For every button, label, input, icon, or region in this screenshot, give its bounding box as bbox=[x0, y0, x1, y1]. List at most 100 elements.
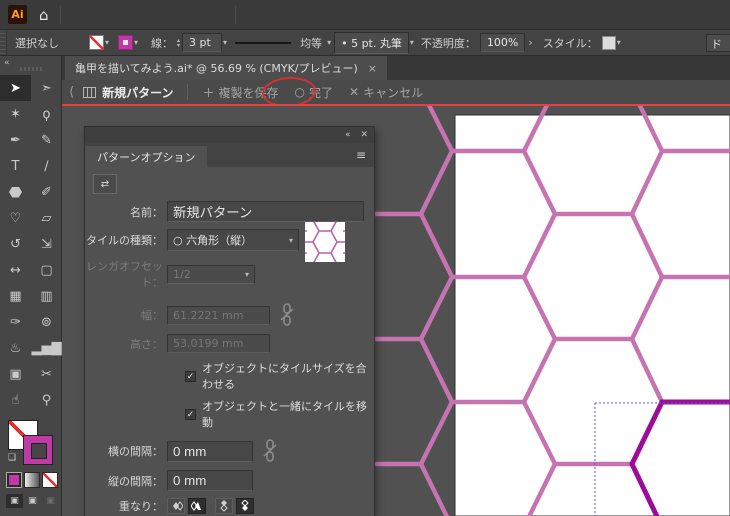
pen-tool[interactable]: ✒ bbox=[0, 127, 31, 153]
scale-tool[interactable]: ⇲ bbox=[31, 231, 62, 257]
overlap-bottom-front-button[interactable] bbox=[236, 498, 254, 514]
home-icon[interactable]: ⌂ bbox=[39, 6, 49, 24]
pattern-name: 新規パターン bbox=[102, 84, 173, 101]
checkbox[interactable]: ✓ bbox=[185, 371, 196, 382]
color-button[interactable] bbox=[6, 472, 22, 488]
hand-tool[interactable]: ☝ bbox=[0, 387, 31, 413]
toolbar-grip[interactable] bbox=[20, 67, 42, 71]
fill-stroke-indicator: ❏ bbox=[8, 420, 54, 466]
blend-tool[interactable]: ⊚ bbox=[31, 309, 62, 335]
cancel-label: キャンセル bbox=[363, 84, 423, 101]
unlink-spacing-icon[interactable] bbox=[263, 439, 277, 463]
tile-type-select[interactable]: ○ 六角形（縦） ▾ bbox=[167, 229, 299, 251]
stroke-weight-label: 線： bbox=[151, 35, 173, 51]
drawing-mode-buttons: ▣ ▣ ▣ bbox=[6, 494, 59, 508]
zoom-tool[interactable]: ⚲ bbox=[31, 387, 62, 413]
chevron-down-icon[interactable]: ▾ bbox=[223, 38, 227, 47]
chevron-down-icon[interactable]: ▾ bbox=[410, 38, 414, 47]
chevron-down-icon[interactable]: ▾ bbox=[105, 38, 109, 47]
draw-normal-button[interactable]: ▣ bbox=[6, 494, 23, 508]
chevron-down-icon[interactable]: ▾ bbox=[134, 38, 138, 47]
fill-none-swatch[interactable] bbox=[89, 35, 104, 50]
move-tile-checkbox-row[interactable]: ✓ オブジェクトと一緒にタイルを移動 bbox=[185, 398, 374, 430]
v-spacing-input[interactable] bbox=[167, 470, 253, 491]
document-tab[interactable]: 亀甲を描いてみよう.ai* @ 56.69 % (CMYK/プレビュー) × bbox=[65, 56, 387, 80]
overlap-top-front-button[interactable] bbox=[215, 498, 233, 514]
document-setup-button[interactable]: ド bbox=[706, 34, 730, 52]
exit-pattern-mode-icon[interactable]: ⟨ bbox=[69, 85, 74, 100]
panel-menu-icon[interactable]: ≡ bbox=[356, 148, 366, 162]
x-icon: ✕ bbox=[349, 85, 359, 99]
v-spacing-row: 縦の間隔： bbox=[85, 470, 374, 491]
lasso-tool[interactable]: ϙ bbox=[31, 101, 62, 127]
chevron-down-icon[interactable]: ▾ bbox=[617, 38, 621, 47]
rotate-tool[interactable]: ↺ bbox=[0, 231, 31, 257]
paintbrush-tool[interactable]: ✐ bbox=[31, 179, 62, 205]
eyedropper-tool[interactable]: ✑ bbox=[0, 309, 31, 335]
fill-color-control[interactable]: ▾ bbox=[89, 35, 112, 50]
panel-grip[interactable] bbox=[0, 30, 7, 55]
tool-icon: ϙ bbox=[43, 107, 51, 122]
illustrator-window: Ai ⌂ 選択なし ▾ ▾ 線： ▴▾ 3 pt ▾ 均等 ▾ • 5 pt. … bbox=[0, 0, 730, 516]
collapse-panel-icon[interactable]: « bbox=[345, 130, 351, 140]
slice-tool[interactable]: ✂ bbox=[31, 361, 62, 387]
default-fill-stroke-icon[interactable]: ❏ bbox=[8, 453, 16, 463]
draw-inside-button[interactable]: ▣ bbox=[42, 494, 59, 508]
divider bbox=[187, 84, 188, 100]
app-icon[interactable]: Ai bbox=[8, 5, 27, 24]
free-transform-tool[interactable]: ▢ bbox=[31, 257, 62, 283]
close-panel-icon[interactable]: ✕ bbox=[360, 130, 368, 140]
tool-icon: ♨ bbox=[10, 341, 22, 356]
pattern-name-input[interactable] bbox=[167, 201, 364, 222]
opacity-value[interactable]: 100% bbox=[480, 33, 525, 52]
type-tool[interactable]: T bbox=[0, 153, 31, 179]
brick-offset-value: 1/2 bbox=[173, 268, 191, 281]
stroke-color-control[interactable]: ▾ bbox=[118, 35, 141, 50]
v-spacing-label: 縦の間隔： bbox=[85, 473, 163, 489]
fit-tile-checkbox-row[interactable]: ✓ オブジェクトにタイルサイズを合わせる bbox=[185, 360, 374, 392]
direct-selection-tool[interactable]: ➣ bbox=[31, 75, 62, 101]
mesh-tool[interactable]: ▦ bbox=[0, 283, 31, 309]
pattern-tile-icon bbox=[83, 87, 96, 98]
stroke-indicator-magenta[interactable] bbox=[23, 435, 53, 465]
brush-definition[interactable]: • 5 pt. 丸筆 bbox=[334, 32, 409, 54]
curvature-tool[interactable]: ✎ bbox=[31, 127, 62, 153]
stroke-weight-value[interactable]: 3 pt bbox=[182, 33, 222, 52]
save-copy-button[interactable]: ＋ 複製を保存 bbox=[202, 84, 278, 101]
overlap-row: 重なり： bbox=[85, 498, 374, 514]
divider bbox=[60, 6, 61, 24]
brush-name: 5 pt. 丸筆 bbox=[351, 37, 402, 50]
gradient-tool[interactable]: ▥ bbox=[31, 283, 62, 309]
gradient-button[interactable] bbox=[24, 472, 40, 488]
line-segment-tool[interactable]: ∕ bbox=[31, 153, 62, 179]
overlap-right-front-button[interactable] bbox=[188, 498, 206, 514]
collapse-toolbar-icon[interactable]: « bbox=[4, 58, 9, 68]
artboard-tool[interactable]: ▣ bbox=[0, 361, 31, 387]
close-tab-icon[interactable]: × bbox=[368, 62, 377, 75]
none-button[interactable] bbox=[42, 472, 58, 488]
checkbox[interactable]: ✓ bbox=[185, 409, 196, 420]
opacity-expand-icon[interactable]: › bbox=[528, 36, 532, 49]
overlap-left-front-button[interactable] bbox=[167, 498, 185, 514]
style-swatch[interactable] bbox=[602, 36, 616, 50]
shape-tool[interactable] bbox=[0, 179, 31, 205]
graph-tool[interactable]: ▂▅▇ bbox=[31, 335, 62, 361]
done-button[interactable]: ○ 完了 bbox=[295, 84, 334, 101]
variable-width-value[interactable]: 均等 bbox=[300, 35, 322, 51]
stroke-weight-stepper[interactable]: ▴▾ bbox=[177, 38, 180, 48]
unlink-dimensions-icon[interactable] bbox=[280, 303, 294, 327]
pattern-tile-tool-button[interactable]: ⇄ bbox=[93, 174, 117, 194]
h-spacing-input[interactable] bbox=[167, 441, 253, 462]
cancel-button[interactable]: ✕ キャンセル bbox=[349, 84, 423, 101]
magic-wand-tool[interactable]: ✶ bbox=[0, 101, 31, 127]
draw-behind-button[interactable]: ▣ bbox=[24, 494, 41, 508]
symbol-sprayer-tool[interactable]: ♨ bbox=[0, 335, 31, 361]
selection-tool[interactable]: ➤ bbox=[0, 75, 31, 101]
tab-pattern-options[interactable]: パターンオプション bbox=[85, 146, 207, 167]
chevron-down-icon[interactable]: ▾ bbox=[327, 38, 331, 47]
plus-icon: ＋ bbox=[202, 84, 214, 101]
stroke-swatch[interactable] bbox=[118, 35, 133, 50]
shaper-tool[interactable]: ♡ bbox=[0, 205, 31, 231]
width-tool[interactable]: ↔ bbox=[0, 257, 31, 283]
eraser-tool[interactable]: ▱ bbox=[31, 205, 62, 231]
